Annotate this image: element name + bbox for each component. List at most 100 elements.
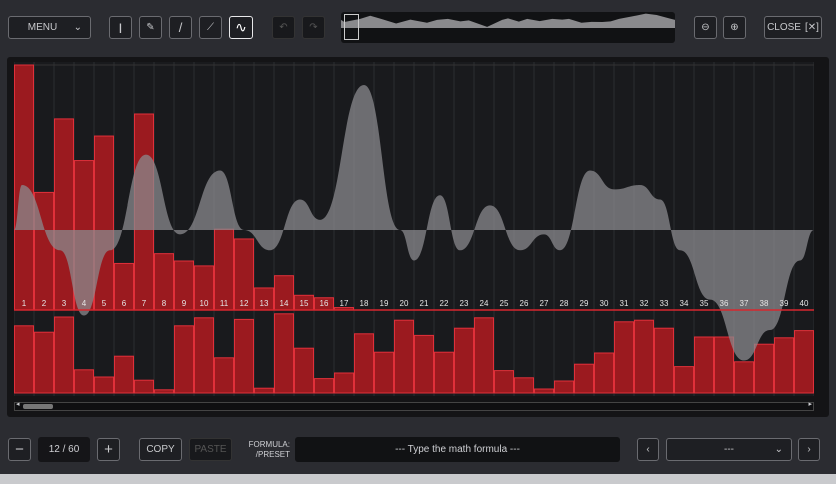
formula-label-line1: FORMULA: <box>248 440 290 449</box>
top-bar-11 <box>214 228 234 311</box>
menu-label: MENU <box>27 22 58 33</box>
chevron-down-icon: ⌄ <box>73 22 82 33</box>
preset-dropdown[interactable]: --- ⌄ <box>666 438 792 461</box>
bottom-bar-24 <box>474 317 494 394</box>
zoom-out-icon: ⊖ <box>701 22 710 33</box>
bottom-bar-25 <box>494 370 514 394</box>
scroll-left-icon[interactable]: ◂ <box>16 400 20 408</box>
bottom-bar-10 <box>194 317 214 394</box>
undo-button[interactable]: ↶ <box>272 16 295 39</box>
menu-dropdown[interactable]: MENU ⌄ <box>8 16 91 39</box>
paste-button[interactable]: PASTE <box>189 438 232 461</box>
bottom-bar-20 <box>394 319 414 394</box>
step-label-19: 19 <box>380 299 389 308</box>
step-label-21: 21 <box>420 299 429 308</box>
bottom-bar-4 <box>74 369 94 394</box>
step-label-32: 32 <box>640 299 649 308</box>
close-button[interactable]: CLOSE [✕] <box>764 16 822 39</box>
top-bar-3 <box>54 118 74 311</box>
bottom-bar-36 <box>714 336 734 394</box>
scrollbar-thumb[interactable] <box>23 404 53 409</box>
overview-waveform <box>341 13 675 28</box>
bottom-bar-38 <box>754 343 774 394</box>
step-label-11: 11 <box>220 299 229 308</box>
horizontal-scrollbar[interactable]: ◂ ▸ <box>14 400 814 411</box>
decrement-button[interactable]: − <box>8 438 31 461</box>
bottom-bar-7 <box>134 379 154 394</box>
curve-icon: ⟋ <box>207 22 214 33</box>
step-label-12: 12 <box>240 299 249 308</box>
zoom-out-button[interactable]: ⊖ <box>694 16 717 39</box>
bottom-bar-8 <box>154 389 174 394</box>
step-label-34: 34 <box>680 299 689 308</box>
bottom-bar-37 <box>734 361 754 394</box>
overview-viewport-handle[interactable] <box>344 14 359 40</box>
bottom-bar-33 <box>654 327 674 394</box>
step-label-2: 2 <box>42 299 47 308</box>
redo-button[interactable]: ↷ <box>302 16 325 39</box>
bottom-bar-13 <box>254 387 274 394</box>
copy-button[interactable]: COPY <box>139 438 182 461</box>
formula-input[interactable]: --- Type the math formula --- <box>295 437 620 462</box>
bottom-bar-16 <box>314 378 334 394</box>
bottom-bar-18 <box>354 333 374 394</box>
step-label-13: 13 <box>260 299 269 308</box>
step-label-39: 39 <box>780 299 789 308</box>
line-icon: / <box>178 20 183 35</box>
step-label-30: 30 <box>600 299 609 308</box>
overview-navigator[interactable] <box>341 12 675 43</box>
step-label-16: 16 <box>320 299 329 308</box>
bottom-bar-26 <box>514 377 534 394</box>
bottom-bar-32 <box>634 319 654 394</box>
bottom-bar-22 <box>434 351 454 394</box>
step-label-15: 15 <box>300 299 309 308</box>
step-label-4: 4 <box>82 299 87 308</box>
page-counter: 12 / 60 <box>38 437 90 462</box>
step-label-28: 28 <box>560 299 569 308</box>
bottom-bar-14 <box>274 313 294 394</box>
step-label-10: 10 <box>200 299 209 308</box>
step-label-18: 18 <box>360 299 369 308</box>
mini-waveform <box>341 13 675 28</box>
curve-tool-button[interactable]: ⟋ <box>199 16 222 39</box>
step-label-35: 35 <box>700 299 709 308</box>
chart-svg: 1 2 3 4 5 6 7 8 9 10 11 12 13 14 15 16 17 18 19 20 21 22 23 24 2… <box>13 62 815 396</box>
step-label-25: 25 <box>500 299 509 308</box>
step-label-3: 3 <box>62 299 67 308</box>
step-label-40: 40 <box>800 299 809 308</box>
step-editor-plot[interactable]: 1 2 3 4 5 6 7 8 9 10 11 12 13 14 15 16 17 18 19 20 21 22 23 24 2… <box>13 62 815 396</box>
pencil-tool-button[interactable]: ✎ <box>139 16 162 39</box>
step-label-38: 38 <box>760 299 769 308</box>
bottom-bar-35 <box>694 336 714 394</box>
text-cursor-icon: I <box>118 19 123 36</box>
scroll-right-icon[interactable]: ▸ <box>808 400 812 408</box>
preset-prev-button[interactable]: ‹ <box>637 438 659 461</box>
bottom-bar-39 <box>774 337 794 394</box>
redo-icon: ↷ <box>309 22 318 33</box>
text-tool-button[interactable]: I <box>109 16 132 39</box>
sine-tool-button[interactable]: ∿ <box>229 16 253 39</box>
step-label-24: 24 <box>480 299 489 308</box>
bottom-bar-9 <box>174 325 194 394</box>
line-tool-button[interactable]: / <box>169 16 192 39</box>
chevron-left-icon: ‹ <box>646 444 650 455</box>
preset-value: --- <box>724 444 734 455</box>
bottom-strip <box>0 474 836 484</box>
increment-button[interactable]: + <box>97 438 120 461</box>
step-label-27: 27 <box>540 299 549 308</box>
preset-next-button[interactable]: › <box>798 438 820 461</box>
step-label-26: 26 <box>520 299 529 308</box>
step-label-20: 20 <box>400 299 409 308</box>
step-label-5: 5 <box>102 299 107 308</box>
bottom-bar-23 <box>454 327 474 394</box>
zoom-in-button[interactable]: ⊕ <box>723 16 746 39</box>
bottom-bar-30 <box>594 352 614 394</box>
bottom-bar-2 <box>34 331 54 394</box>
zoom-in-icon: ⊕ <box>730 22 739 33</box>
step-label-17: 17 <box>340 299 349 308</box>
bottom-bar-6 <box>114 355 134 394</box>
bottom-bar-27 <box>534 388 554 394</box>
bottom-bar-17 <box>334 372 354 394</box>
bottom-bar-3 <box>54 316 74 394</box>
step-label-8: 8 <box>162 299 167 308</box>
